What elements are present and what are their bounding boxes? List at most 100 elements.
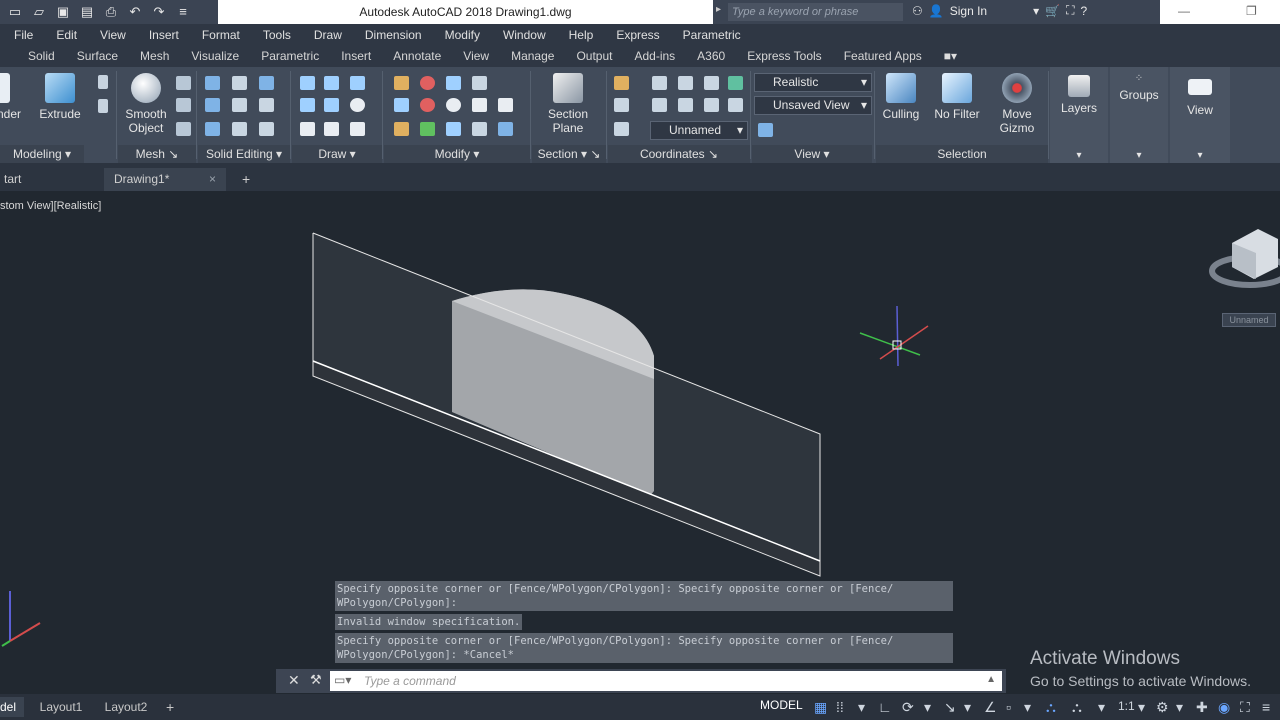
- chevron-down-icon[interactable]: ▾: [1138, 699, 1145, 715]
- line-icon[interactable]: [300, 76, 315, 90]
- ucs-dropdown[interactable]: Unnamed ▾: [650, 121, 748, 140]
- mesh-smooth-icon[interactable]: [176, 98, 191, 112]
- menu-modify[interactable]: Modify: [445, 28, 480, 42]
- qat-overflow-icon[interactable]: ≡: [174, 3, 192, 21]
- mesh-box-icon[interactable]: [176, 76, 191, 90]
- ucs-named-icon[interactable]: [614, 122, 629, 136]
- command-input[interactable]: ▭▾ Type a command ▲: [330, 671, 1002, 691]
- gear-icon[interactable]: ⚙: [1156, 699, 1169, 715]
- polygon-icon[interactable]: [300, 122, 315, 136]
- sign-in-area[interactable]: ⚇ 👤 Sign In ▾ 🛒 ⛶ ?: [912, 3, 1087, 18]
- tab-view[interactable]: View: [463, 49, 489, 63]
- cylinder-button[interactable]: nder: [0, 73, 22, 121]
- extrude-button[interactable]: Extrude: [36, 73, 84, 121]
- menu-window[interactable]: Window: [503, 28, 546, 42]
- exchange-icon[interactable]: ⛶: [1066, 3, 1074, 18]
- union-icon[interactable]: [205, 76, 220, 90]
- interfere-icon[interactable]: [232, 98, 247, 112]
- ucs-world-icon[interactable]: [652, 76, 667, 90]
- view-panel[interactable]: View ▾: [1170, 67, 1230, 163]
- move-icon[interactable]: [446, 76, 461, 90]
- redo-icon[interactable]: ↷: [150, 3, 168, 21]
- grid-icon[interactable]: ▦: [814, 699, 827, 715]
- extend-icon[interactable]: [394, 98, 409, 112]
- fillet-edge-icon[interactable]: [232, 122, 247, 136]
- erase-icon[interactable]: [394, 122, 409, 136]
- tab-model[interactable]: del: [0, 697, 24, 717]
- offset-icon[interactable]: [446, 98, 461, 112]
- tab-annotate[interactable]: Annotate: [393, 49, 441, 63]
- move-gizmo-button[interactable]: Move Gizmo: [994, 73, 1040, 135]
- app-menu-icon[interactable]: ▭: [6, 3, 24, 21]
- save-as-icon[interactable]: ▤: [78, 3, 96, 21]
- visual-style-dropdown[interactable]: Realistic ▾: [754, 73, 872, 92]
- arc-icon[interactable]: [350, 76, 365, 90]
- menu-view[interactable]: View: [100, 28, 126, 42]
- tab-output[interactable]: Output: [576, 49, 612, 63]
- groups-expand-icon[interactable]: ▾: [1110, 150, 1168, 161]
- tab-mesh[interactable]: Mesh: [140, 49, 169, 63]
- intersect-icon[interactable]: [205, 122, 220, 136]
- panel-modeling[interactable]: Modeling ▾: [0, 145, 84, 163]
- panel-draw[interactable]: Draw ▾: [292, 145, 382, 163]
- scale-icon[interactable]: [472, 98, 487, 112]
- chevron-down-icon[interactable]: ▾: [924, 699, 931, 715]
- undo-icon[interactable]: ↶: [126, 3, 144, 21]
- menu-edit[interactable]: Edit: [56, 28, 77, 42]
- show-annotation-icon[interactable]: ⛬: [1046, 699, 1056, 715]
- extract-edges-icon[interactable]: [259, 76, 274, 90]
- tab-layout2[interactable]: Layout2: [96, 697, 156, 717]
- isodraft-icon[interactable]: ↘: [944, 699, 956, 715]
- model-space-toggle[interactable]: MODEL: [760, 698, 803, 712]
- separate-icon[interactable]: [259, 122, 274, 136]
- menu-draw[interactable]: Draw: [314, 28, 342, 42]
- ucs-x-icon[interactable]: [678, 76, 693, 90]
- ucs-icon[interactable]: [614, 76, 629, 90]
- panel-coordinates[interactable]: Coordinates ↘: [608, 145, 750, 163]
- trim-icon[interactable]: [394, 76, 409, 90]
- menu-express[interactable]: Express: [616, 28, 659, 42]
- ellipse-icon[interactable]: [350, 122, 365, 136]
- rectangle-icon[interactable]: [324, 122, 339, 136]
- construction-line-icon[interactable]: [324, 98, 339, 112]
- panel-solid-editing[interactable]: Solid Editing ▾: [198, 145, 290, 163]
- align-icon[interactable]: [498, 98, 513, 112]
- mirror-icon[interactable]: [472, 122, 487, 136]
- slice-icon[interactable]: [232, 76, 247, 90]
- layers-panel[interactable]: Layers ▾: [1050, 67, 1108, 163]
- menu-format[interactable]: Format: [202, 28, 240, 42]
- add-layout-button[interactable]: +: [166, 697, 182, 717]
- ribbon-options-icon[interactable]: ■▾: [944, 49, 957, 63]
- ucs-3point-icon[interactable]: [728, 98, 743, 112]
- tab-visualize[interactable]: Visualize: [191, 49, 239, 63]
- tab-surface[interactable]: Surface: [77, 49, 118, 63]
- new-tab-button[interactable]: +: [232, 168, 256, 191]
- saved-view-dropdown[interactable]: Unsaved View ▾: [754, 96, 872, 115]
- culling-button[interactable]: Culling: [878, 73, 924, 121]
- menu-dimension[interactable]: Dimension: [365, 28, 422, 42]
- close-tab-icon[interactable]: ×: [209, 168, 216, 191]
- snap-mode-icon[interactable]: ⁞⁞: [836, 699, 844, 715]
- isolate-objects-icon[interactable]: ◉: [1218, 699, 1230, 715]
- hatch-icon[interactable]: [324, 76, 339, 90]
- sign-in-link[interactable]: Sign In: [950, 4, 987, 18]
- panel-section[interactable]: Section ▾ ↘: [532, 145, 606, 163]
- tab-drawing1[interactable]: Drawing1* ×: [104, 168, 226, 191]
- object-snap-tracking-icon[interactable]: ∠: [984, 699, 997, 715]
- open-icon[interactable]: ▱: [30, 3, 48, 21]
- menu-help[interactable]: Help: [569, 28, 594, 42]
- chevron-down-icon[interactable]: ▾: [964, 699, 971, 715]
- cart-icon[interactable]: 🛒: [1045, 4, 1060, 18]
- binoculars-icon[interactable]: ⚇: [912, 4, 923, 18]
- object-snap-icon[interactable]: ▫: [1006, 699, 1011, 715]
- no-filter-button[interactable]: No Filter: [930, 73, 984, 121]
- save-icon[interactable]: ▣: [54, 3, 72, 21]
- view-expand-icon[interactable]: ▾: [1170, 150, 1230, 161]
- mesh-refine-icon[interactable]: [176, 122, 191, 136]
- panel-modify[interactable]: Modify ▾: [384, 145, 530, 163]
- tab-featured-apps[interactable]: Featured Apps: [844, 49, 922, 63]
- wrench-icon[interactable]: ⚒: [310, 672, 322, 688]
- copy-icon[interactable]: [420, 122, 435, 136]
- chevron-down-icon[interactable]: ▾: [1176, 699, 1183, 715]
- chevron-down-icon[interactable]: ▾: [1098, 699, 1105, 715]
